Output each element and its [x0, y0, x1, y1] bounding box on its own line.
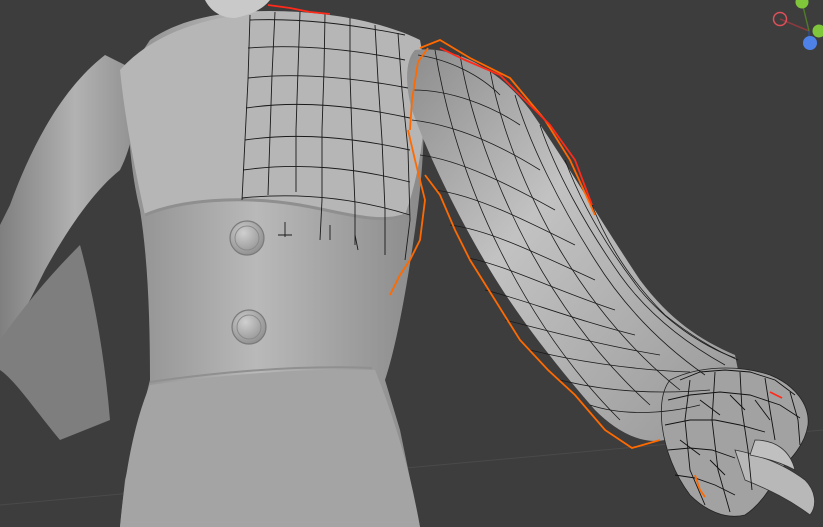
skirt-mesh	[120, 369, 420, 527]
navigation-gizmo[interactable]	[760, 0, 823, 60]
scene-render[interactable]	[0, 0, 823, 527]
3d-viewport[interactable]	[0, 0, 823, 527]
y-axis-circle-icon[interactable]	[795, 0, 809, 9]
z-axis-circle-icon[interactable]	[803, 36, 817, 50]
jacket-shrug	[120, 11, 425, 220]
x-axis-line	[779, 18, 810, 32]
y-axis-positive-circle-icon[interactable]	[812, 24, 823, 38]
